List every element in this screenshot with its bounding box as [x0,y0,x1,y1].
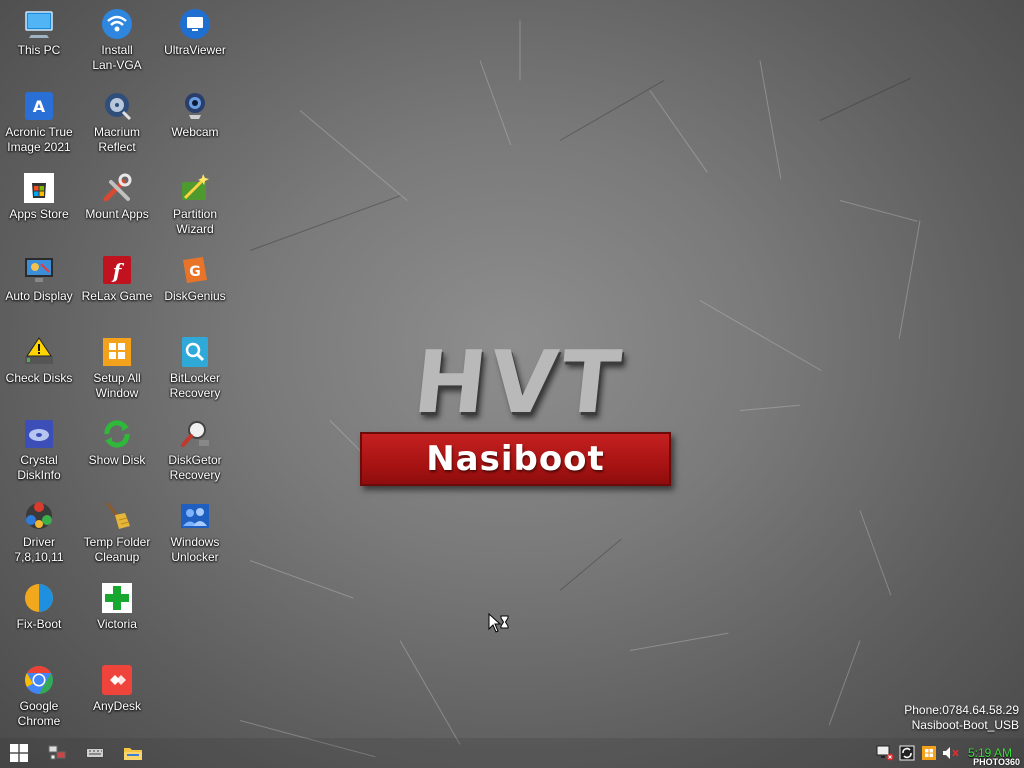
magnifier-icon [178,417,212,451]
taskbar-network-manager-button[interactable] [38,738,76,768]
desktop-icon-label: AnyDesk [92,699,142,713]
anydesk-icon [100,663,134,697]
chrome-icon [22,663,56,697]
wifi-icon [100,7,134,41]
desktop-icon-label: Fix-Boot [16,617,62,631]
desktop-icon-partition-wizard[interactable]: Partition Wizard [157,166,233,237]
desktop-icon-label: Show Disk [88,453,146,467]
start-button[interactable] [0,738,38,768]
desktop-icon-acronis[interactable]: A Acronic True Image 2021 [1,84,77,155]
info-name: Nasiboot-Boot_USB [911,718,1019,732]
driver-icon [22,499,56,533]
bitlocker-icon [178,335,212,369]
desktop-icon-setup-all-window[interactable]: Setup All Window [79,330,155,401]
desktop-icon-webcam[interactable]: Webcam [157,84,233,140]
desktop-icon-victoria[interactable]: Victoria [79,576,155,632]
desktop-icon-diskgetor-recovery[interactable]: DiskGetor Recovery [157,412,233,483]
crystal-disk-icon [22,417,56,451]
desktop-icon-mount-apps[interactable]: Mount Apps [79,166,155,222]
users-icon [178,499,212,533]
desktop-icon-label: Webcam [171,125,219,139]
desktop-icon-anydesk[interactable]: AnyDesk [79,658,155,714]
logo-banner: Nasiboot [360,432,671,486]
desktop-icon-label: This PC [17,43,61,57]
store-icon [22,171,56,205]
desktop-icon-label: Acronic True Image 2021 [5,125,73,154]
display-paint-icon [22,253,56,287]
webcam-icon [178,89,212,123]
desktop-icon-driver[interactable]: Driver 7,8,10,11 [1,494,77,565]
computer-icon [22,7,56,41]
tray-windows-setup-icon[interactable] [918,738,940,768]
refresh-green-icon [100,417,134,451]
broom-icon [100,499,134,533]
desktop-icon-label: BitLocker Recovery [169,371,221,400]
tray-network-disconnected-icon[interactable] [874,738,896,768]
windows-setup-icon [100,335,134,369]
desktop-icon-label: Google Chrome [17,699,61,728]
pie-icon [22,581,56,615]
desktop-icon-label: Check Disks [5,371,73,385]
desktop-icon-install-lan-vga[interactable]: Install Lan-VGA [79,2,155,73]
tray-volume-muted-icon[interactable] [940,738,962,768]
desktop-icon-label: Setup All Window [93,371,141,400]
desktop-icon-label: Mount Apps [85,207,149,221]
warning-drive-icon [22,335,56,369]
desktop-icon-label: DiskGenius [164,289,226,303]
desktop-icon-label: Crystal DiskInfo [17,453,61,482]
acronis-icon: A [22,89,56,123]
desktop-icon-label: Apps Store [9,207,69,221]
desktop-icon-label: DiskGetor Recovery [168,453,222,482]
desktop-icon-this-pc[interactable]: This PC [1,2,77,58]
desktop-icon-diskgenius[interactable]: G DiskGenius [157,248,233,304]
wand-icon [178,171,212,205]
desktop-icon-windows-unlocker[interactable]: Windows Unlocker [157,494,233,565]
logo-title: HVT [409,333,629,433]
tray-sync-icon[interactable] [896,738,918,768]
taskbar-file-explorer-button[interactable] [114,738,152,768]
desktop-icon-auto-display[interactable]: Auto Display [1,248,77,304]
desktop-icon-check-disks[interactable]: Check Disks [1,330,77,386]
tools-icon [100,171,134,205]
desktop-icon-label: Temp Folder Cleanup [83,535,151,564]
desktop-icon-macrium[interactable]: Macrium Reflect [79,84,155,155]
desktop-icon-label: Driver 7,8,10,11 [14,535,64,564]
busy-cursor-icon [488,612,512,635]
network-computers-icon [48,745,66,760]
desktop-icon-label: Macrium Reflect [93,125,140,154]
svg-text:G: G [189,264,201,280]
info-phone: Phone:0784.64.58.29 [904,703,1019,717]
green-cross-icon [100,581,134,615]
desktop-icon-bitlocker-recovery[interactable]: BitLocker Recovery [157,330,233,401]
desktop-icon-label: Windows Unlocker [170,535,220,564]
windows-logo-icon [10,744,28,762]
flash-icon: f [100,253,134,287]
desktop-icon-google-chrome[interactable]: Google Chrome [1,658,77,729]
desktop-icon-label: Install Lan-VGA [92,43,142,72]
desktop-icon-label: UltraViewer [164,43,226,57]
logo-banner-text: Nasiboot [426,439,605,479]
desktop: This PC Install Lan-VGA UltraViewer A Ac… [0,0,1024,768]
monitor-icon [178,7,212,41]
svg-text:A: A [33,97,46,116]
disk-backup-icon [100,89,134,123]
desktop-icon-ultraviewer[interactable]: UltraViewer [157,2,233,58]
desktop-icon-label: ReLax Game [81,289,153,303]
desktop-icon-crystal-diskinfo[interactable]: Crystal DiskInfo [1,412,77,483]
keyboard-icon [86,748,104,758]
desktop-icon-show-disk[interactable]: Show Disk [79,412,155,468]
desktop-icon-fix-boot[interactable]: Fix-Boot [1,576,77,632]
folder-icon [124,748,142,760]
desktop-icon-relax-game[interactable]: f ReLax Game [79,248,155,304]
desktop-icon-label: Victoria [97,617,137,631]
watermark: PHOTO360 [973,757,1020,767]
desktop-icon-apps-store[interactable]: Apps Store [1,166,77,222]
taskbar: 5:19 AM [0,738,1024,768]
taskbar-keyboard-button[interactable] [76,738,114,768]
diskgenius-icon: G [178,253,212,287]
desktop-icon-temp-folder-cleanup[interactable]: Temp Folder Cleanup [79,494,155,565]
desktop-icon-label: Auto Display [5,289,73,303]
desktop-icon-label: Partition Wizard [172,207,218,236]
info-overlay: Phone:0784.64.58.29 Nasiboot-Boot_USB [904,703,1019,733]
